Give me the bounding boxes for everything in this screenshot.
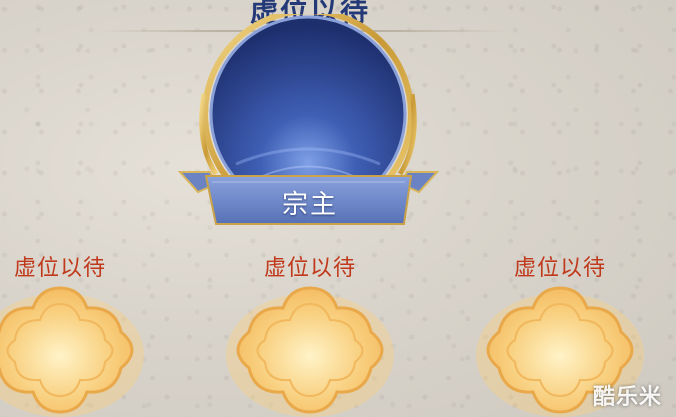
member-slot-2[interactable]: 虚位以待 — [225, 250, 395, 417]
vacant-slot-emblem — [226, 286, 394, 417]
leader-title-label: 宗主 — [281, 190, 338, 220]
vacant-slot-emblem — [0, 286, 144, 417]
member-slot-1[interactable]: 虚位以待 — [0, 250, 145, 417]
watermark: 酷乐米 — [592, 385, 662, 410]
